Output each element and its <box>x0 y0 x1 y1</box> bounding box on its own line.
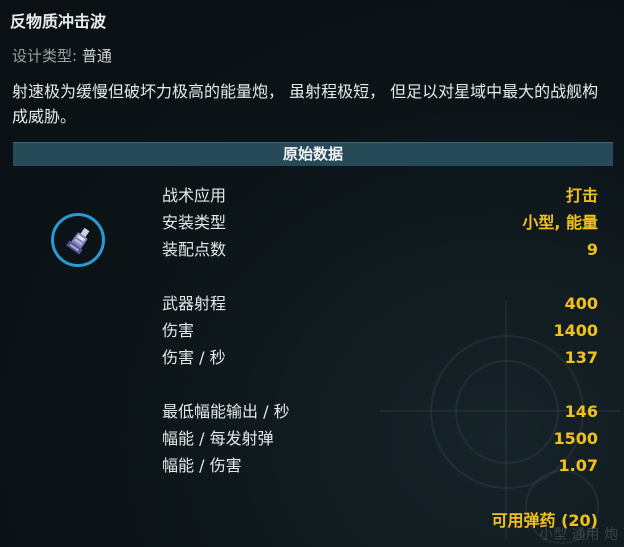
stat-row: 伤害 1400 <box>162 317 598 344</box>
stat-label: 幅能 / 伤害 <box>162 456 242 475</box>
stat-label: 最低幅能输出 / 秒 <box>162 402 290 421</box>
stat-value: 小型, 能量 <box>522 213 598 232</box>
stat-row: 幅能 / 每发射弹 1500 <box>162 425 598 452</box>
design-type-label: 设计类型: <box>12 47 78 65</box>
stat-label: 装配点数 <box>162 240 227 259</box>
background-hint-text: 小型 通用 炮 <box>539 527 618 543</box>
stat-label: 武器射程 <box>162 294 227 313</box>
stat-label: 伤害 / 秒 <box>162 348 226 367</box>
stat-label: 安装类型 <box>162 213 227 232</box>
stat-row: 装配点数 9 <box>162 236 598 263</box>
stat-row: 战术应用 打击 <box>162 182 598 209</box>
stat-value: 400 <box>564 294 598 313</box>
design-type: 设计类型: 普通 <box>12 45 112 66</box>
weapon-turret-icon <box>66 227 90 255</box>
design-type-value: 普通 <box>81 47 112 65</box>
stat-row: 幅能 / 伤害 1.07 <box>162 452 598 479</box>
stat-row: 最低幅能输出 / 秒 146 <box>162 398 598 425</box>
weapon-description: 射速极为缓慢但破坏力极高的能量炮， 虽射程极短， 但足以对星域中最大的战舰构成威… <box>12 82 599 126</box>
stat-value: 1500 <box>553 429 598 448</box>
weapon-tooltip-panel: 反物质冲击波 设计类型: 普通 射速极为缓慢但破坏力极高的能量炮， 虽射程极短，… <box>0 0 624 547</box>
weapon-name: 反物质冲击波 <box>10 12 107 31</box>
stat-row: 伤害 / 秒 137 <box>162 344 598 371</box>
stats-list: 战术应用 打击 安装类型 小型, 能量 装配点数 9 武器射程 400 伤害 1… <box>162 182 598 479</box>
stat-value: 打击 <box>565 186 598 205</box>
weapon-icon-frame[interactable] <box>51 213 105 267</box>
stat-value: 1400 <box>553 321 598 340</box>
stat-value: 9 <box>586 240 598 259</box>
stat-label: 战术应用 <box>162 186 227 205</box>
stat-group-spacer <box>162 263 598 290</box>
stat-value: 137 <box>564 348 598 367</box>
stat-value: 146 <box>564 402 598 421</box>
stat-group-spacer <box>162 371 598 398</box>
stat-value: 1.07 <box>558 456 598 475</box>
section-header-raw-data: 原始数据 <box>13 142 613 166</box>
stat-row: 武器射程 400 <box>162 290 598 317</box>
stat-label: 伤害 <box>162 321 195 340</box>
stat-row: 安装类型 小型, 能量 <box>162 209 598 236</box>
stat-label: 幅能 / 每发射弹 <box>162 429 274 448</box>
